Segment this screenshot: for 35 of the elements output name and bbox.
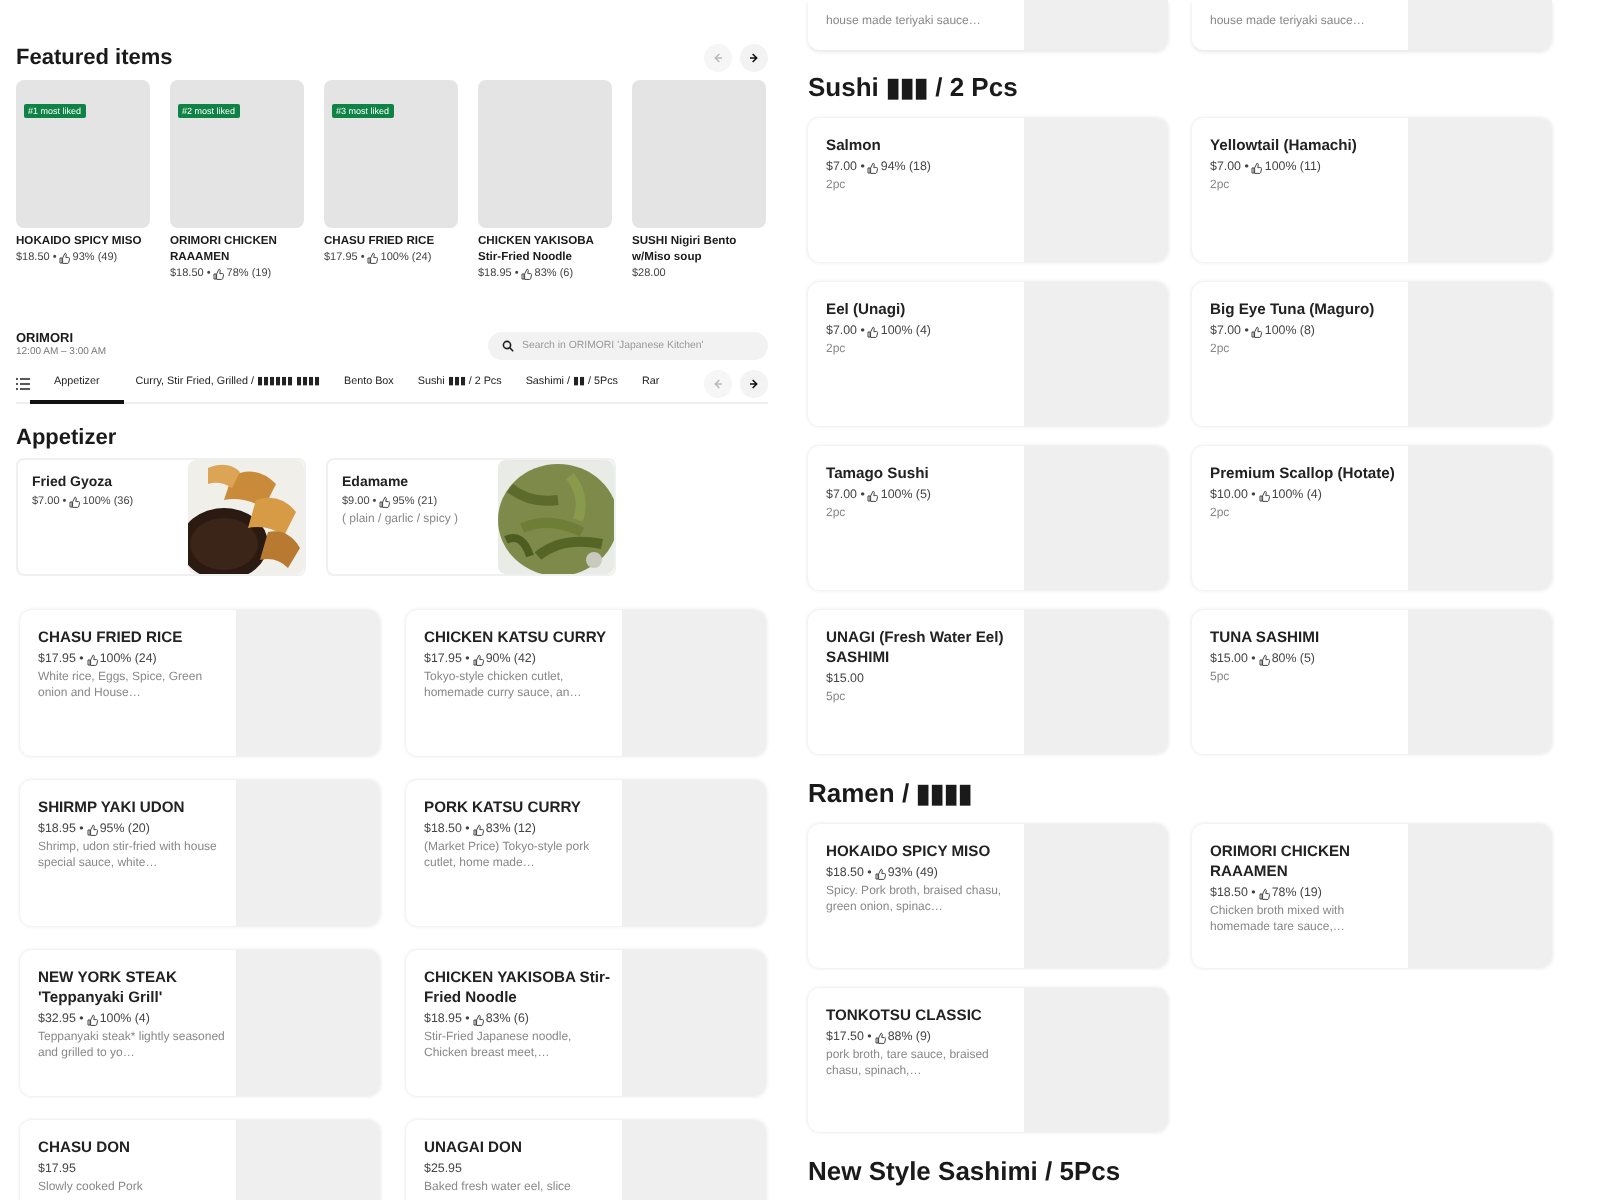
next-button[interactable] — [740, 369, 768, 397]
thumbs-up-icon — [520, 268, 533, 280]
arrow-left-icon — [710, 50, 726, 66]
thumbs-up-icon — [58, 252, 71, 264]
thumbs-up-icon — [68, 496, 81, 508]
section-heading: New Style Sashimi / 5Pcs — [808, 1155, 1121, 1185]
list-icon — [16, 377, 30, 389]
thumbs-up-icon — [873, 867, 886, 879]
thumbs-up-icon — [212, 268, 225, 280]
section-heading: Featured items — [16, 46, 173, 70]
arrow-left-icon — [710, 375, 726, 391]
thumbs-up-icon — [85, 1013, 98, 1025]
thumbs-up-icon — [1257, 653, 1270, 665]
image-placeholder[interactable] — [478, 80, 612, 228]
thumbs-up-icon — [378, 496, 391, 508]
thumbs-up-icon — [471, 1013, 484, 1025]
next-button[interactable] — [740, 44, 768, 72]
arrow-right-icon — [746, 375, 762, 391]
thumbs-up-icon — [873, 1031, 886, 1043]
thumbs-up-icon — [866, 325, 879, 337]
thumbs-up-icon — [1250, 325, 1263, 337]
arrow-right-icon — [746, 50, 762, 66]
section-heading: Sushi ▮▮▮ / 2 Pcs — [808, 71, 1018, 101]
thumbs-up-icon — [1257, 489, 1270, 501]
thumbs-up-icon — [1250, 161, 1263, 173]
thumbs-up-icon — [1257, 887, 1270, 899]
thumbs-up-icon — [471, 823, 484, 835]
thumbs-up-icon — [85, 653, 98, 665]
section-heading: Ramen / ▮▮▮▮ — [808, 777, 973, 807]
thumbs-up-icon — [366, 252, 379, 264]
section-heading: Appetizer — [16, 426, 119, 450]
thumbs-up-icon — [866, 161, 879, 173]
thumbs-up-icon — [866, 489, 879, 501]
thumbs-up-icon — [471, 653, 484, 665]
thumbs-up-icon — [85, 823, 98, 835]
